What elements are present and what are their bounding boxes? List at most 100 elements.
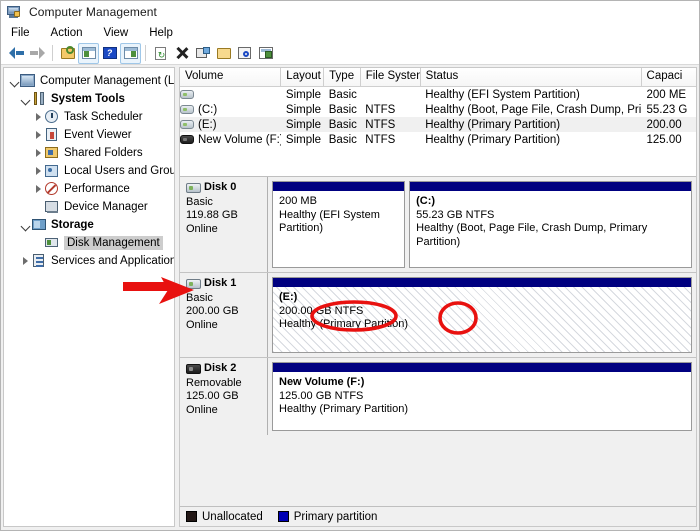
tree-expander[interactable] — [33, 131, 44, 139]
legend-label-unallocated: Unallocated — [202, 510, 263, 523]
tree-item-task-scheduler[interactable]: Task Scheduler — [7, 108, 174, 126]
table-row[interactable]: (C:) Simple Basic NTFS Healthy (Boot, Pa… — [180, 102, 696, 117]
properties-icon — [195, 45, 211, 61]
status-cell: Healthy (EFI System Partition) — [425, 88, 580, 101]
disk-state: Online — [186, 403, 218, 416]
partition-c[interactable]: (C:) 55.23 GB NTFS Healthy (Boot, Page F… — [409, 181, 692, 268]
volume-list[interactable]: Volume Layout Type File System Status Ca… — [180, 68, 696, 176]
disk-type: Basic — [186, 291, 213, 304]
show-hide-console-tree-button[interactable] — [78, 42, 99, 64]
sidebar-item-disk-management[interactable]: Disk Management — [7, 234, 174, 252]
table-row[interactable]: (E:) Simple Basic NTFS Healthy (Primary … — [180, 117, 696, 132]
tree-item-local-users-and-groups[interactable]: Local Users and Groups — [7, 162, 174, 180]
type-cell: Basic — [328, 133, 357, 146]
disk-partitions-1: (E:) 200.00 GB NTFS Healthy (Primary Par… — [268, 273, 696, 357]
tree-expander[interactable] — [33, 149, 44, 157]
tree-expander[interactable] — [20, 222, 31, 229]
help-button[interactable]: ? — [99, 43, 120, 64]
menu-bar: File Action View Help — [1, 23, 699, 42]
tree-item-storage[interactable]: Storage — [7, 216, 174, 234]
up-folder-button[interactable] — [57, 43, 78, 64]
properties-button[interactable] — [192, 43, 213, 64]
column-header-layout[interactable]: Layout — [281, 68, 325, 86]
tree-expander[interactable] — [20, 257, 31, 265]
partition-f[interactable]: New Volume (F:) 125.00 GB NTFS Healthy (… — [272, 362, 692, 431]
volume-cell: New Volume (F:) — [180, 134, 281, 146]
tree-item-performance[interactable]: Performance — [7, 180, 174, 198]
table-row[interactable]: New Volume (F:) Simple Basic NTFS Health… — [180, 132, 696, 147]
disk-info-1[interactable]: Disk 1 Basic 200.00 GB Online — [180, 273, 268, 357]
legend-swatch-unallocated — [186, 511, 197, 522]
menu-help[interactable]: Help — [147, 26, 175, 40]
export-list-button[interactable] — [255, 43, 276, 64]
tree-expander[interactable] — [33, 167, 44, 175]
find-button[interactable] — [234, 43, 255, 64]
disk-size: 200.00 GB — [186, 305, 239, 317]
show-hide-action-pane-button[interactable] — [120, 42, 141, 64]
partition-body: 200 MB Healthy (EFI System Partition) — [273, 191, 405, 267]
column-header-status[interactable]: Status — [420, 68, 642, 86]
graphical-disk-view[interactable]: Disk 0 Basic 119.88 GB Online 200 MB Hea… — [180, 176, 696, 506]
column-header-capacity[interactable]: Capaci — [641, 68, 696, 86]
menu-action[interactable]: Action — [49, 26, 85, 40]
layout-cell: Simple — [285, 118, 322, 131]
disk-panel-0[interactable]: Disk 0 Basic 119.88 GB Online 200 MB Hea… — [180, 177, 696, 272]
status-cell: Healthy (Boot, Page File, Crash Dump, Pr… — [425, 103, 642, 116]
partition-title: (E:) — [279, 291, 298, 303]
volume-label: New Volume (F:) — [198, 133, 281, 146]
folder-key-icon — [60, 45, 76, 61]
forward-button[interactable] — [27, 43, 48, 64]
disk-title: Disk 0 — [186, 181, 267, 195]
back-button[interactable] — [6, 43, 27, 64]
tree-expander[interactable] — [33, 113, 44, 121]
table-row[interactable]: Simple Basic Healthy (EFI System Partiti… — [180, 87, 696, 102]
disk-name: Disk 2 — [204, 362, 237, 374]
partition-status: Healthy (EFI System Partition) — [279, 208, 380, 235]
refresh-button[interactable]: ↻ — [150, 43, 171, 64]
tree-item-label: Shared Folders — [64, 147, 143, 159]
column-header-volume[interactable]: Volume — [180, 68, 282, 86]
tree-expander[interactable] — [20, 96, 31, 103]
menu-view[interactable]: View — [102, 26, 131, 40]
type-cell: Basic — [328, 118, 357, 131]
tree-item-shared-folders[interactable]: Shared Folders — [7, 144, 174, 162]
partition-e[interactable]: (E:) 200.00 GB NTFS Healthy (Primary Par… — [272, 277, 692, 353]
file-system-cell: NTFS — [365, 133, 396, 146]
tree-item-device-manager[interactable]: Device Manager — [7, 198, 174, 216]
local-users-icon — [44, 163, 60, 179]
magnifier-icon — [237, 45, 253, 61]
disk-panel-2[interactable]: Disk 2 Removable 125.00 GB Online New Vo… — [180, 357, 696, 435]
tree-item-label: Task Scheduler — [64, 111, 143, 123]
capacity-cell: 200.00 — [646, 118, 682, 131]
tree-item-services-and-applications[interactable]: Services and Applications — [7, 252, 174, 270]
column-header-type[interactable]: Type — [324, 68, 361, 86]
disk-management-pane: Volume Layout Type File System Status Ca… — [179, 67, 697, 527]
disk-panel-1[interactable]: Disk 1 Basic 200.00 GB Online (E:) 200.0… — [180, 272, 696, 357]
disk-info-2[interactable]: Disk 2 Removable 125.00 GB Online — [180, 358, 268, 435]
disk-title: Disk 2 — [186, 362, 267, 376]
toolbar-separator-1 — [52, 45, 53, 61]
disk-partitions-2: New Volume (F:) 125.00 GB NTFS Healthy (… — [268, 358, 696, 435]
delete-button[interactable] — [171, 43, 192, 64]
disk-info-0[interactable]: Disk 0 Basic 119.88 GB Online — [180, 177, 268, 272]
export-list-icon — [258, 45, 274, 61]
tree-expander[interactable] — [33, 185, 44, 193]
tree-item-computer-management[interactable]: Computer Management (Local) — [7, 72, 174, 90]
removable-volume-icon — [180, 135, 194, 144]
tree-expander[interactable] — [9, 78, 20, 85]
disk-name: Disk 1 — [204, 277, 237, 289]
tree-item-event-viewer[interactable]: Event Viewer — [7, 126, 174, 144]
tree-item-label: Event Viewer — [64, 129, 132, 141]
file-system-cell: NTFS — [365, 118, 396, 131]
menu-file[interactable]: File — [9, 26, 32, 40]
column-header-file-system[interactable]: File System — [360, 68, 421, 86]
partition-size: 55.23 GB NTFS — [416, 208, 495, 221]
console-tree-pane[interactable]: Computer Management (Local) System Tools… — [3, 67, 175, 527]
tree-item-label: Local Users and Groups — [64, 165, 174, 177]
task-scheduler-icon — [44, 109, 60, 125]
partition-efi[interactable]: 200 MB Healthy (EFI System Partition) — [272, 181, 406, 268]
layout-cell: Simple — [285, 103, 322, 116]
tree-item-system-tools[interactable]: System Tools — [7, 90, 174, 108]
open-button[interactable] — [213, 43, 234, 64]
layout-cell: Simple — [285, 133, 322, 146]
